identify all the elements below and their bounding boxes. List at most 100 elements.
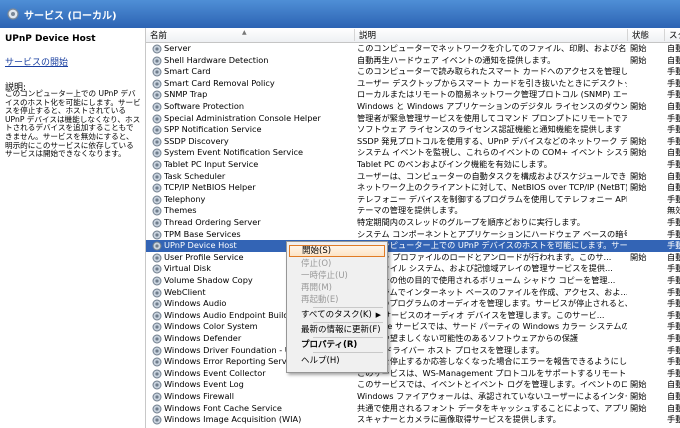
service-row[interactable]: Windows Image Acquisition (WIA) スキャナーとカメラ… — [146, 414, 680, 426]
service-status — [630, 310, 664, 322]
service-startup-type: 手動 — [667, 89, 680, 100]
service-startup-type: 手動 — [667, 159, 680, 169]
service-description: このコンピューターでネットワークを介してのファイル、印刷、および名前付きパイプ共… — [357, 43, 627, 53]
gear-icon — [152, 276, 162, 286]
service-row[interactable]: Windows Audio Endpoint Builder Audio サービス… — [146, 310, 680, 322]
service-name: Windows Event Log — [164, 379, 244, 390]
submenu-arrow-icon: ▶ — [375, 311, 381, 319]
service-row[interactable]: Smart Card このコンピューターで読み取られたスマート カードへのアクセス… — [146, 66, 680, 78]
service-name: Telephony — [164, 193, 206, 204]
services-list[interactable]: 名前 ▲ 説明 状態 スタ Server このコンピューターでネットワークを介して… — [145, 28, 680, 428]
service-row[interactable]: UPnP Device Host このコンピューター上での UPnP デバイスのホ… — [146, 240, 680, 252]
menu-item-start[interactable]: 開始(S) — [289, 245, 385, 257]
service-row[interactable]: Windows Audio ベースのプログラムのオーディオを管理します。サービスが… — [146, 298, 680, 310]
service-name: SNMP Trap — [164, 89, 208, 100]
service-description: プログラムでインターネット ベースのファイルを作成、アクセス、およ... — [357, 286, 627, 297]
service-row[interactable]: Task Scheduler ユーザーは、コンピューターの自動タスクを構成およびス… — [146, 171, 680, 183]
service-status — [630, 159, 664, 171]
gear-icon — [152, 102, 162, 112]
service-description: 共通で使用されるフォント データをキャッシュすることによって、アプリケーションの… — [357, 402, 627, 413]
service-name: Windows Image Acquisition (WIA) — [164, 414, 302, 425]
gear-icon — [152, 369, 162, 379]
service-status — [630, 345, 664, 357]
service-row[interactable]: Windows Driver Foundation - User-mode...… — [146, 345, 680, 357]
service-row[interactable]: Windows Font Cache Service 共通で使用されるフォント デ… — [146, 403, 680, 415]
service-startup-type: 手動 — [667, 367, 680, 378]
service-name: Task Scheduler — [164, 170, 226, 181]
menu-separator — [313, 337, 383, 338]
service-startup-type: 手動 — [667, 321, 680, 332]
service-startup-type: 自動 — [667, 379, 680, 390]
menu-item-refresh[interactable]: 最新の情報に更新(F) — [289, 324, 385, 336]
column-header-status[interactable]: 状態 — [628, 29, 665, 41]
gear-icon — [152, 218, 162, 228]
start-service-link[interactable]: サービスの開始 — [5, 55, 68, 68]
service-row[interactable]: User Profile Service ユーザー プロファイルのロードとアンロー… — [146, 252, 680, 264]
column-header-startup[interactable]: スタ — [665, 29, 680, 41]
gear-icon — [152, 415, 162, 425]
menu-item-resume[interactable]: 再開(M) — [289, 282, 385, 294]
service-row[interactable]: Windows Firewall Windows ファイアウォールは、承認されてい… — [146, 391, 680, 403]
service-row[interactable]: WebClient プログラムでインターネット ベースのファイルを作成、アクセス、… — [146, 287, 680, 299]
gear-icon — [152, 392, 162, 402]
service-name: Windows Firewall — [164, 391, 235, 401]
service-row[interactable]: Smart Card Removal Policy ユーザー デスクトップからスマ… — [146, 78, 680, 90]
service-name: Tablet PC Input Service — [164, 159, 259, 169]
service-startup-type: 無効 — [667, 205, 680, 216]
services-icon — [7, 8, 19, 20]
service-description: ソフトウェア ライセンスのライセンス認証機能と通知機能を提供します — [357, 124, 622, 135]
service-status — [630, 298, 664, 310]
service-row[interactable]: Windows Color System nService サービスでは、サード … — [146, 321, 680, 333]
column-header-name[interactable]: 名前 ▲ — [146, 29, 355, 41]
menu-item-properties[interactable]: プロパティ(R) — [289, 339, 385, 351]
gear-icon — [152, 264, 162, 274]
service-status: 開始 — [630, 147, 647, 158]
gear-icon — [152, 183, 162, 193]
service-startup-type: 自動 — [667, 402, 680, 413]
service-row[interactable]: Thread Ordering Server 特定期間内のスレッドのグループを順序… — [146, 217, 680, 229]
service-description: 自動再生ハードウェア イベントの通知を提供します。 — [357, 54, 556, 65]
service-row[interactable]: Telephony テレフォニー デバイスを制御するプログラムを使用してテレフォニ… — [146, 194, 680, 206]
gear-icon — [152, 206, 162, 216]
service-row[interactable]: Windows Error Reporting Service が動作を停止するか… — [146, 356, 680, 368]
service-row[interactable]: Windows Event Log このサービスでは、イベントとイベント ログを管… — [146, 379, 680, 391]
service-row[interactable]: Volume Shadow Copy ップやその他の目的で使用されるボリューム シ… — [146, 275, 680, 287]
service-row[interactable]: Windows Defender ウェアや望ましくない可能性のあるソフトウェアから… — [146, 333, 680, 345]
service-row[interactable]: Windows Event Collector このサービスは、WS-Manage… — [146, 368, 680, 380]
service-row[interactable]: SPP Notification Service ソフトウェア ライセンスのライセ… — [146, 124, 680, 136]
menu-item-all-tasks[interactable]: すべてのタスク(K) ▶ — [289, 309, 385, 321]
service-row[interactable]: SSDP Discovery SSDP 発見プロトコルを使用する、UPnP デバイ… — [146, 136, 680, 148]
service-row[interactable]: Tablet PC Input Service Tablet PC のペンおよびイ… — [146, 159, 680, 171]
sort-ascending-icon: ▲ — [242, 29, 247, 36]
menu-separator — [313, 352, 383, 353]
service-name: Shell Hardware Detection — [164, 54, 269, 65]
service-row[interactable]: Shell Hardware Detection 自動再生ハードウェア イベントの… — [146, 55, 680, 67]
service-row[interactable]: SNMP Trap ローカルまたはリモートの簡易ネットワーク管理プロトコル (SN… — [146, 89, 680, 101]
service-row[interactable]: System Event Notification Service システム イベ… — [146, 147, 680, 159]
menu-item-stop[interactable]: 停止(O) — [289, 258, 385, 270]
gear-icon — [152, 195, 162, 205]
service-row[interactable]: Virtual Disk ム、ファイル システム、および記憶域アレイの管理サービス… — [146, 263, 680, 275]
service-status — [630, 321, 664, 333]
service-status — [630, 66, 664, 78]
service-startup-type: 自動 — [667, 182, 680, 193]
service-name: TPM Base Services — [164, 228, 241, 239]
menu-item-restart[interactable]: 再起動(E) — [289, 294, 385, 306]
gear-icon — [152, 299, 162, 309]
service-row[interactable]: Server このコンピューターでネットワークを介してのファイル、印刷、および名前… — [146, 43, 680, 55]
menu-item-help[interactable]: ヘルプ(H) — [289, 355, 385, 367]
service-description: Tablet PC のペンおよびインク機能を有効にします。 — [357, 159, 552, 169]
service-row[interactable]: Software Protection Windows と Windows アプリ… — [146, 101, 680, 113]
service-row[interactable]: Special Administration Console Helper 管理者… — [146, 113, 680, 125]
service-name: Smart Card — [164, 66, 211, 77]
service-row[interactable]: TPM Base Services システム コンポーネントとアプリケーションにハ… — [146, 229, 680, 241]
service-status — [630, 229, 664, 241]
service-description: このコンピューターで読み取られたスマート カードへのアクセスを管理します。このサ… — [357, 66, 627, 77]
service-row[interactable]: Themes テーマの管理を提供します。 無効 — [146, 205, 680, 217]
column-header-description[interactable]: 説明 — [355, 29, 628, 41]
service-startup-type: 手動 — [667, 414, 680, 425]
gear-icon — [152, 90, 162, 100]
service-status — [630, 217, 664, 229]
service-row[interactable]: TCP/IP NetBIOS Helper ネットワーク上のクライアントに対して、… — [146, 182, 680, 194]
menu-item-pause[interactable]: 一時停止(U) — [289, 270, 385, 282]
